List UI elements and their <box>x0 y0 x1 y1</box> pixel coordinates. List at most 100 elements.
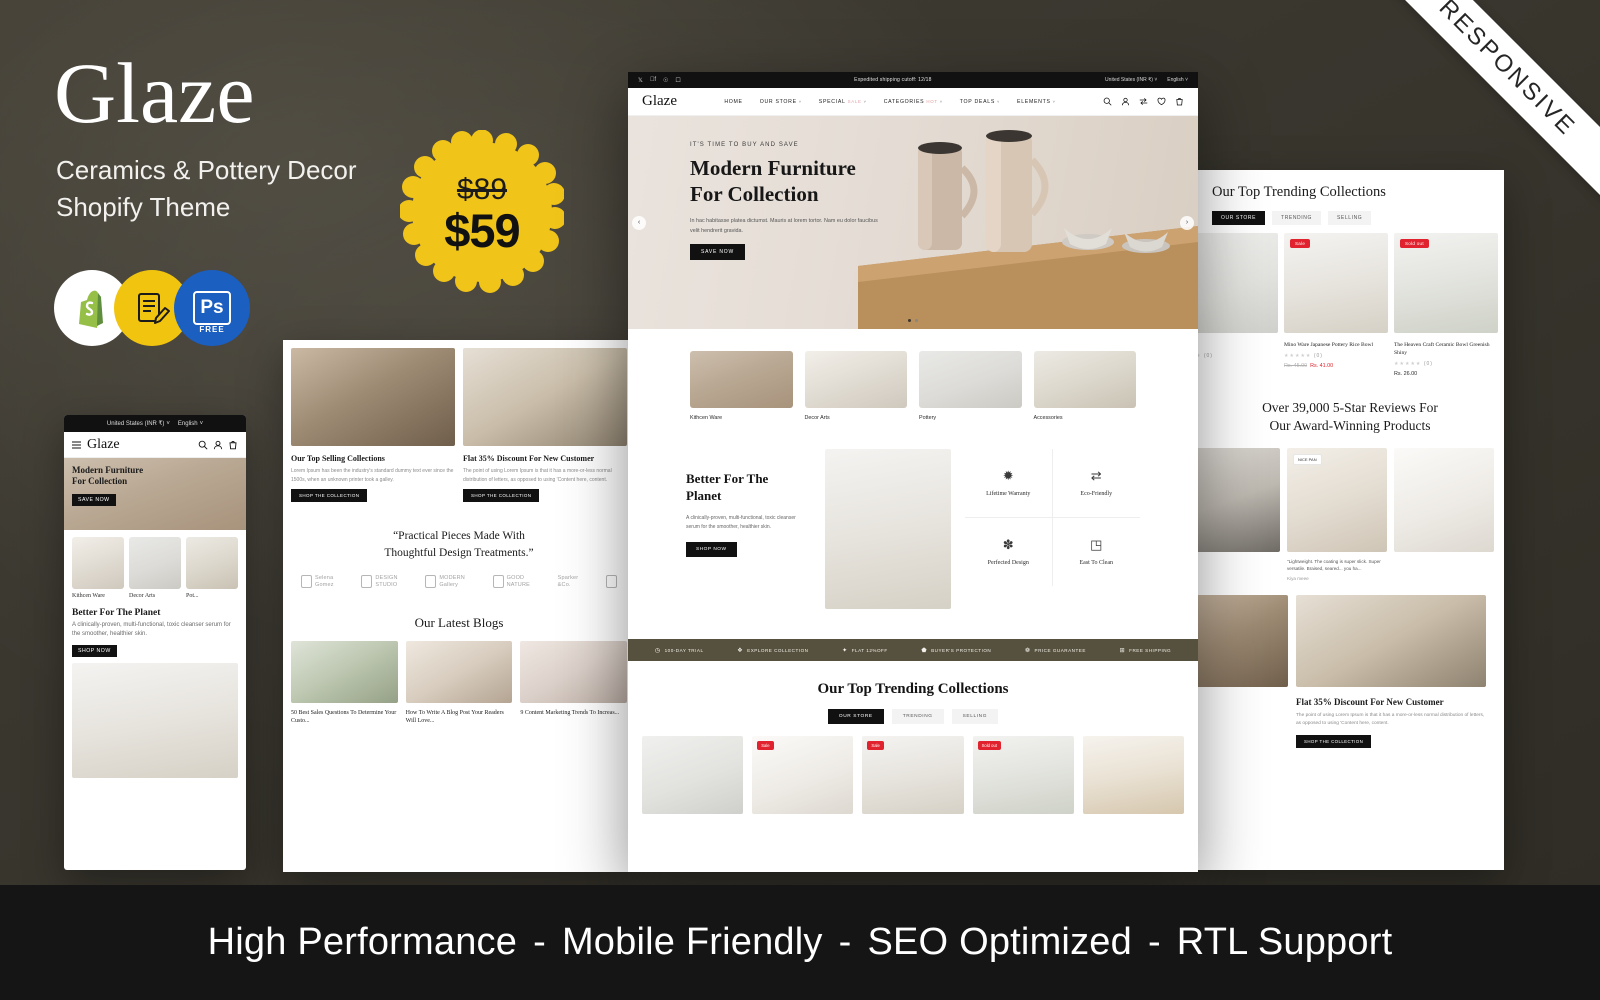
hamburger-icon[interactable] <box>72 440 81 449</box>
feature-eco-friendly: ⇄ Eco-Friendly <box>1052 449 1140 518</box>
planet-image <box>825 449 951 609</box>
middle-card[interactable]: Flat 35% Discount For New Customer The p… <box>463 348 627 502</box>
quote-line-1: “Practical Pieces Made With <box>393 530 525 542</box>
product-card[interactable]: Sold out <box>972 736 1074 814</box>
hero-prev-button[interactable]: ‹ <box>632 215 646 230</box>
blog-card[interactable]: 50 Best Sales Questions To Determine You… <box>291 640 398 726</box>
mobile-logo[interactable]: Glaze <box>87 437 120 453</box>
feature-label: East To Clean <box>1079 560 1113 566</box>
middle-card-title: Flat 35% Discount For New Customer <box>463 454 595 463</box>
product-tag: Sale <box>1290 239 1311 248</box>
product-card[interactable]: Sale <box>752 736 854 814</box>
product-card[interactable]: ...ramics ★★★★★ (0) <box>1196 233 1278 377</box>
middle-card[interactable]: Our Top Selling Collections Lorem Ipsum … <box>291 348 455 502</box>
desktop-preview-panel-main[interactable]: 𝕏 f ☉ ☐ Expedited shipping cutoff: 12/1… <box>628 72 1198 872</box>
category-card[interactable]: Kithcen Ware <box>690 351 793 421</box>
cart-icon[interactable] <box>1175 97 1184 106</box>
category-card[interactable]: Decor Arts <box>804 351 907 421</box>
review-card[interactable] <box>1394 447 1494 582</box>
search-icon[interactable] <box>1103 97 1112 106</box>
tab-our-store[interactable]: OUR STORE <box>1212 211 1266 225</box>
product-card[interactable]: Sold out The Heaven Craft Ceramic Bowl G… <box>1394 233 1498 377</box>
pinterest-icon[interactable]: ☉ <box>663 77 668 84</box>
benefit-label: BUYER'S PROTECTION <box>931 647 992 653</box>
benefit-flat-12-off: ✦ FLAT 12%OFF <box>842 647 888 654</box>
nav-item-special[interactable]: SPECIAL SALE ˅ <box>819 99 867 105</box>
mobile-preview-panel[interactable]: United States (INR ₹) ˅ English ˅ Glaze … <box>64 415 246 870</box>
nav-item-categories[interactable]: CATEGORIES HOT ˅ <box>884 99 943 105</box>
hero-next-button[interactable]: › <box>1180 215 1194 230</box>
account-icon[interactable] <box>1121 97 1130 106</box>
tab-selling[interactable]: SELLING <box>951 709 999 724</box>
mobile-country-selector[interactable]: United States (INR ₹) ˅ <box>107 420 170 428</box>
account-icon[interactable] <box>213 440 223 450</box>
benefit-label: PRICE GUARANTEE <box>1034 647 1086 653</box>
hero-dots[interactable] <box>908 319 918 322</box>
desktop-preview-panel-right[interactable]: Our Top Trending Collections OUR STORE T… <box>1196 170 1504 870</box>
twitter-icon[interactable]: 𝕏 <box>638 77 643 84</box>
brand-logo: Selena Gomez <box>301 575 334 589</box>
tab-trending[interactable]: TRENDING <box>891 709 944 724</box>
mobile-topbar: United States (INR ₹) ˅ English ˅ <box>64 415 246 432</box>
nav-item-our-store[interactable]: OUR STORE ˅ <box>760 99 802 105</box>
product-card[interactable]: Sale Mino Ware Japanese Pottery Rice Bow… <box>1284 233 1388 377</box>
cart-icon[interactable] <box>228 440 238 450</box>
product-card[interactable] <box>1082 736 1185 814</box>
mobile-section-desc: A clinically-proven, multi-functional, t… <box>72 622 231 637</box>
nav-item-elements[interactable]: ELEMENTS ˅ <box>1017 99 1056 105</box>
middle-card-cta[interactable]: SHOP THE COLLECTION <box>463 489 540 502</box>
mobile-category-label: Decor Arts <box>129 593 156 599</box>
footer-separator: - <box>1147 921 1161 963</box>
product-card[interactable] <box>642 736 744 814</box>
country-selector[interactable]: United States (INR ₹) ˅ <box>1105 77 1157 83</box>
badge-icon: ❁ <box>1024 647 1031 654</box>
subtitle-line-2: Shopify Theme <box>56 191 231 222</box>
search-icon[interactable] <box>198 440 208 450</box>
mobile-section-cta[interactable]: SHOP NOW <box>72 645 117 657</box>
right-trending-title: Our Top Trending Collections <box>1212 184 1386 200</box>
mobile-hero-cta[interactable]: SAVE NOW <box>72 493 116 506</box>
mobile-category-item[interactable]: Pot... <box>186 537 238 599</box>
planet-cta-button[interactable]: SHOP NOW <box>686 542 737 558</box>
hero-cta-button[interactable]: SAVE NOW <box>690 244 745 260</box>
document-pencil-icon <box>138 293 170 324</box>
tab-our-store[interactable]: OUR STORE <box>827 709 884 724</box>
brand-logo <box>605 575 617 589</box>
compare-icon[interactable] <box>1139 97 1148 106</box>
wishlist-icon[interactable] <box>1157 97 1166 106</box>
nav-icons <box>1103 97 1184 106</box>
language-selector[interactable]: English ˅ <box>1167 77 1188 83</box>
middle-quote: “Practical Pieces Made With Thoughtful De… <box>283 502 635 561</box>
tab-trending[interactable]: TRENDING <box>1272 211 1321 225</box>
category-card[interactable]: Pottery <box>919 351 1022 421</box>
site-topbar: 𝕏 f ☉ ☐ Expedited shipping cutoff: 12/1… <box>628 72 1198 88</box>
footer-separator: - <box>838 921 852 963</box>
review-card[interactable] <box>1196 447 1280 582</box>
nav-item-top-deals[interactable]: TOP DEALS ˅ <box>960 99 1000 105</box>
photoshop-free-label: FREE <box>199 325 225 334</box>
footer-separator: - <box>533 921 546 963</box>
facebook-icon[interactable]: f <box>650 77 656 84</box>
review-card[interactable]: NICE PAN "Lightweight. The coating is su… <box>1287 447 1387 581</box>
nav-item-home[interactable]: HOME <box>724 99 742 105</box>
benefit-free-shipping: ⊞ FREE SHIPPING <box>1120 647 1172 654</box>
category-card[interactable]: Accessories <box>1033 351 1136 421</box>
mobile-language-selector[interactable]: English ˅ <box>178 421 203 427</box>
category-label: Pottery <box>919 415 937 421</box>
mobile-category-item[interactable]: Decor Arts <box>129 537 181 599</box>
price-badge: $89 $59 <box>400 130 564 294</box>
middle-card-cta[interactable]: SHOP THE COLLECTION <box>291 489 368 502</box>
product-tag: Sold out <box>977 741 1001 750</box>
desktop-preview-panel-middle[interactable]: Our Top Selling Collections Lorem Ipsum … <box>283 340 635 872</box>
blog-card[interactable]: 9 Content Marketing Trends To Increas... <box>520 640 628 726</box>
mobile-category-item[interactable]: Kithcen Ware <box>72 537 124 599</box>
product-card[interactable]: Sale <box>862 736 964 814</box>
product-rating: ★★★★★ (0) <box>1284 353 1323 360</box>
tab-selling[interactable]: SELLING <box>1327 211 1372 225</box>
topbar-message: Expedited shipping cutoff: 12/18 <box>851 77 931 83</box>
promo-cta[interactable]: SHOP THE COLLECTION <box>1296 734 1372 748</box>
site-logo[interactable]: Glaze <box>642 93 677 110</box>
page-title: Glaze <box>54 45 255 141</box>
middle-card-row: Our Top Selling Collections Lorem Ipsum … <box>283 340 635 502</box>
blog-card[interactable]: How To Write A Blog Post Your Readers Wi… <box>405 640 513 726</box>
